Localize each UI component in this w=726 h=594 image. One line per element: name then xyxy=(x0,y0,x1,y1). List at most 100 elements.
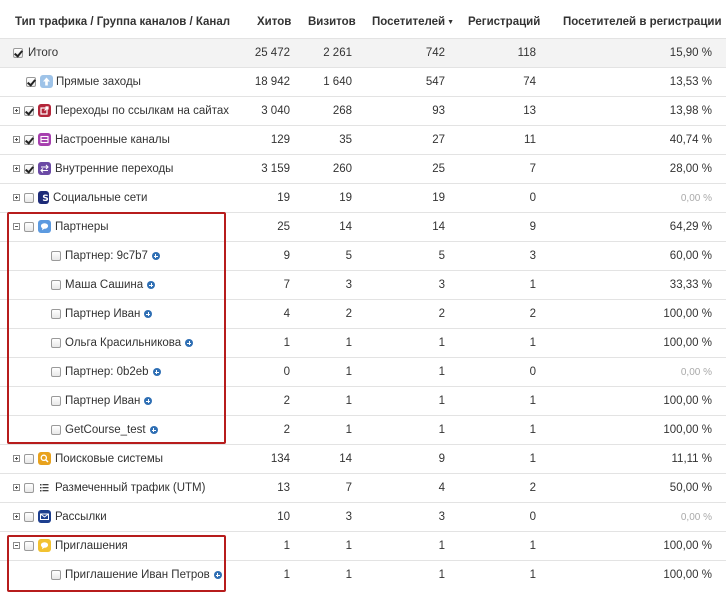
row-checkbox[interactable] xyxy=(51,309,61,319)
add-circle-icon[interactable] xyxy=(151,252,160,260)
row-label[interactable]: Переходы по ссылкам на сайтах xyxy=(55,105,229,117)
cell-visits: 1 xyxy=(345,569,352,581)
cell-visitors-registration: 60,00 % xyxy=(669,250,712,262)
cell-hits: 19 xyxy=(277,192,290,204)
expand-icon[interactable] xyxy=(13,455,20,462)
row-checkbox[interactable] xyxy=(24,135,34,145)
row-checkbox[interactable] xyxy=(26,77,36,87)
cell-hits: 2 xyxy=(283,395,290,407)
internal-transitions-icon xyxy=(38,162,51,175)
row-checkbox[interactable] xyxy=(24,454,34,464)
expand-icon[interactable] xyxy=(13,513,20,520)
cell-registrations: 0 xyxy=(529,192,536,204)
table-row: Прямые заходы 18 942 1 640 547 74 13,53 … xyxy=(0,67,726,96)
cell-registrations: 11 xyxy=(524,134,536,146)
row-checkbox[interactable] xyxy=(51,251,61,261)
row-checkbox[interactable] xyxy=(24,512,34,522)
table-row: Партнер Иван 4 2 2 2 100,00 % xyxy=(0,299,726,328)
header-registrations[interactable]: Регистраций xyxy=(468,16,540,28)
cell-registrations: 1 xyxy=(529,337,536,349)
row-checkbox[interactable] xyxy=(24,164,34,174)
cell-visitors-registration: 0,00 % xyxy=(680,367,712,378)
cell-visits: 19 xyxy=(339,192,352,204)
row-label[interactable]: Социальные сети xyxy=(53,192,147,204)
row-label: Маша Сашина xyxy=(65,279,156,291)
cell-hits: 13 xyxy=(277,482,290,494)
add-circle-icon[interactable] xyxy=(213,571,222,579)
row-label[interactable]: Приглашения xyxy=(55,540,128,552)
row-label[interactable]: Размеченный трафик (UTM) xyxy=(55,482,205,494)
header-visitors-registration[interactable]: Посетителей в регистрации xyxy=(563,16,722,28)
cell-registrations: 1 xyxy=(529,395,536,407)
cell-visits: 1 xyxy=(345,337,352,349)
row-checkbox[interactable] xyxy=(51,425,61,435)
header-channel[interactable]: Тип трафика / Группа каналов / Канал xyxy=(15,16,230,28)
cell-hits: 3 159 xyxy=(261,163,290,175)
cell-registrations: 13 xyxy=(523,105,536,117)
mail-icon xyxy=(38,510,51,523)
cell-visits: 260 xyxy=(332,163,352,175)
add-circle-icon[interactable] xyxy=(144,397,153,405)
cell-visitors: 5 xyxy=(438,250,445,262)
external-link-icon xyxy=(38,104,51,117)
row-checkbox[interactable] xyxy=(51,570,61,580)
table-row: GetCourse_test 2 1 1 1 100,00 % xyxy=(0,415,726,444)
collapse-icon[interactable] xyxy=(13,223,20,230)
row-checkbox[interactable] xyxy=(51,280,61,290)
row-label[interactable]: Внутренние переходы xyxy=(55,163,173,175)
row-label[interactable]: Партнеры xyxy=(55,221,108,233)
row-label: Партнер Иван xyxy=(65,395,153,407)
expand-icon[interactable] xyxy=(13,484,20,491)
cell-visitors: 547 xyxy=(425,76,445,88)
cell-registrations: 2 xyxy=(529,308,536,320)
row-label[interactable]: Поисковые системы xyxy=(55,453,163,465)
row-checkbox[interactable] xyxy=(24,193,34,203)
cell-visitors: 1 xyxy=(438,366,445,378)
cell-hits: 18 942 xyxy=(254,76,290,88)
header-visits[interactable]: Визитов xyxy=(308,16,356,28)
row-checkbox[interactable] xyxy=(24,483,34,493)
add-circle-icon[interactable] xyxy=(144,310,153,318)
row-label[interactable]: Настроенные каналы xyxy=(55,134,170,146)
add-circle-icon[interactable] xyxy=(152,368,161,376)
table-row: S Социальные сети 19 19 19 0 0,00 % xyxy=(0,183,726,212)
table-row: Рассылки 10 3 3 0 0,00 % xyxy=(0,502,726,531)
cell-visitors: 1 xyxy=(438,540,445,552)
cell-registrations: 2 xyxy=(529,482,536,494)
add-circle-icon[interactable] xyxy=(147,281,156,289)
expand-icon[interactable] xyxy=(13,194,20,201)
expand-icon[interactable] xyxy=(13,107,20,114)
row-checkbox[interactable] xyxy=(51,338,61,348)
table-row: Приглашения 1 1 1 1 100,00 % xyxy=(0,531,726,560)
cell-hits: 25 472 xyxy=(254,47,290,59)
cell-registrations: 7 xyxy=(529,163,536,175)
row-label[interactable]: Прямые заходы xyxy=(56,76,141,88)
cell-visits: 35 xyxy=(339,134,352,146)
cell-registrations: 3 xyxy=(529,250,536,262)
add-circle-icon[interactable] xyxy=(185,339,194,347)
cell-registrations: 1 xyxy=(529,453,536,465)
expand-icon[interactable] xyxy=(13,165,20,172)
custom-channels-icon xyxy=(38,133,51,146)
header-visitors[interactable]: Посетителей ▼ xyxy=(372,16,454,28)
row-checkbox[interactable] xyxy=(24,541,34,551)
cell-registrations: 0 xyxy=(529,366,536,378)
row-checkbox[interactable] xyxy=(13,48,23,58)
add-circle-icon[interactable] xyxy=(149,426,158,434)
cell-hits: 4 xyxy=(283,308,290,320)
row-checkbox[interactable] xyxy=(51,367,61,377)
cell-visitors-registration: 0,00 % xyxy=(680,193,712,204)
row-checkbox[interactable] xyxy=(24,106,34,116)
row-label: Партнер: 0b2eb xyxy=(65,366,161,378)
row-label: Приглашение Иван Петров xyxy=(65,569,222,581)
row-label[interactable]: Рассылки xyxy=(55,511,107,523)
cell-visitors: 9 xyxy=(438,453,445,465)
cell-registrations: 0 xyxy=(529,511,536,523)
svg-text:S: S xyxy=(42,194,48,204)
row-checkbox[interactable] xyxy=(24,222,34,232)
header-hits[interactable]: Хитов xyxy=(257,16,291,28)
collapse-icon[interactable] xyxy=(13,542,20,549)
cell-visits: 1 xyxy=(345,424,352,436)
expand-icon[interactable] xyxy=(13,136,20,143)
row-checkbox[interactable] xyxy=(51,396,61,406)
